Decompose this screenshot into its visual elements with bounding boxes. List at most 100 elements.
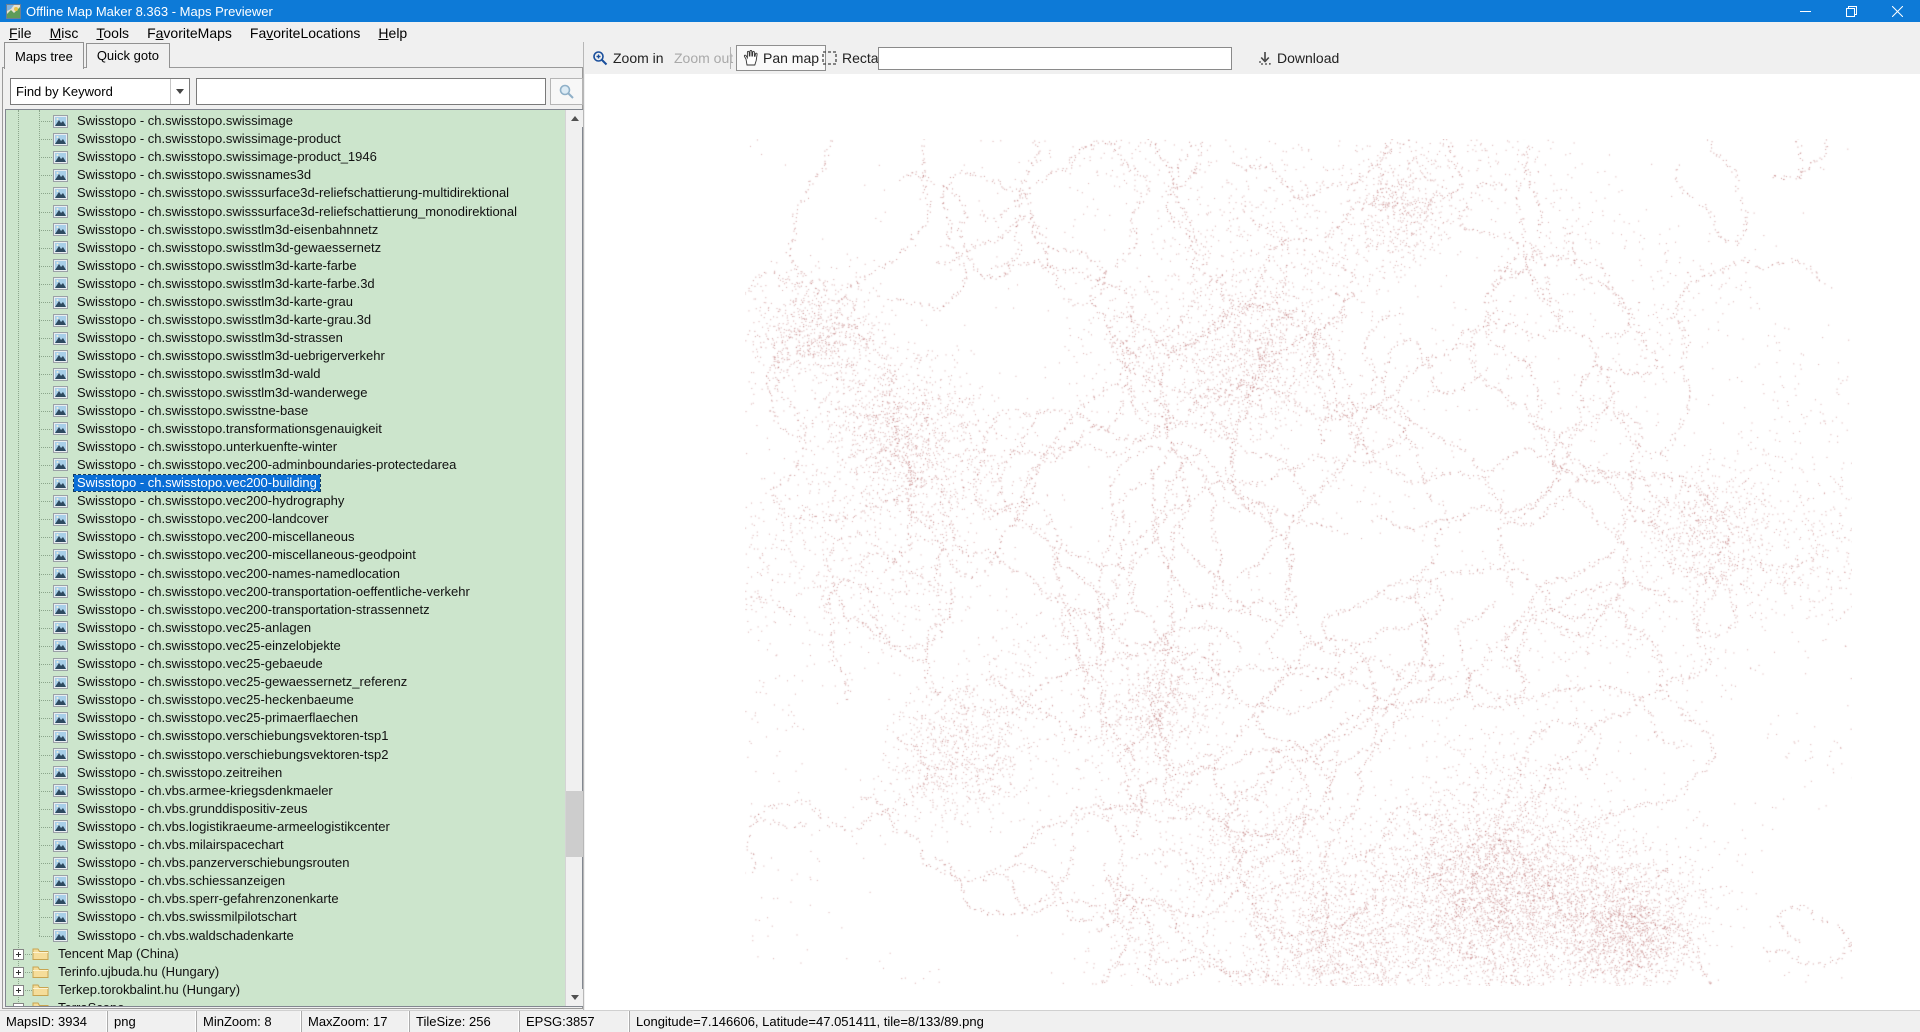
- search-button[interactable]: [550, 78, 583, 105]
- tree-item-label[interactable]: Swisstopo - ch.vbs.waldschadenkarte: [74, 928, 297, 944]
- tree-item[interactable]: Swisstopo - ch.swisstopo.swissimage-prod…: [6, 148, 565, 166]
- download-button[interactable]: Download: [1252, 45, 1345, 71]
- tree-item-label[interactable]: Swisstopo - ch.swisstopo.vec200-transpor…: [74, 584, 473, 600]
- tree-item-label[interactable]: Swisstopo - ch.swisstopo.swisstlm3d-uebr…: [74, 348, 388, 364]
- menu-favoritemaps[interactable]: FavoriteMaps: [138, 23, 241, 43]
- tree-item[interactable]: Swisstopo - ch.swisstopo.swisstlm3d-wald: [6, 365, 565, 383]
- tree-item[interactable]: Swisstopo - ch.swisstopo.unterkuenfte-wi…: [6, 438, 565, 456]
- scroll-down-arrow[interactable]: [566, 989, 583, 1006]
- tree-item-label[interactable]: Swisstopo - ch.swisstopo.swissimage-prod…: [74, 149, 380, 165]
- tab-quick-goto[interactable]: Quick goto: [85, 43, 170, 68]
- tree-item-label[interactable]: Swisstopo - ch.vbs.grunddispositiv-zeus: [74, 801, 311, 817]
- map-preview-canvas[interactable]: [745, 139, 1852, 986]
- tree-item[interactable]: Swisstopo - ch.swisstopo.swisstne-base: [6, 402, 565, 420]
- tree-item[interactable]: Swisstopo - ch.swisstopo.swisstlm3d-kart…: [6, 257, 565, 275]
- tree-item[interactable]: Swisstopo - ch.swisstopo.swisstlm3d-kart…: [6, 275, 565, 293]
- tree-item[interactable]: Swisstopo - ch.swisstopo.vec25-primaerfl…: [6, 709, 565, 727]
- tree-item[interactable]: Swisstopo - ch.vbs.logistikraeume-armeel…: [6, 818, 565, 836]
- tree-item[interactable]: Swisstopo - ch.swisstopo.swisssurface3d-…: [6, 203, 565, 221]
- tree-item-label[interactable]: Swisstopo - ch.swisstopo.swisstlm3d-eise…: [74, 222, 381, 238]
- tree-folder-item[interactable]: Terinfo.ujbuda.hu (Hungary): [6, 963, 565, 981]
- tree-item-label[interactable]: Swisstopo - ch.swisstopo.vec200-names-na…: [74, 566, 403, 582]
- tree-item[interactable]: Swisstopo - ch.swisstopo.vec25-anlagen: [6, 619, 565, 637]
- tree-item[interactable]: Swisstopo - ch.swisstopo.swisstlm3d-gewa…: [6, 239, 565, 257]
- tree-item[interactable]: Swisstopo - ch.vbs.swissmilpilotschart: [6, 908, 565, 926]
- tree-item-label[interactable]: Terkep.torokbalint.hu (Hungary): [55, 982, 243, 998]
- tree-item[interactable]: Swisstopo - ch.vbs.milairspacechart: [6, 836, 565, 854]
- combobox-dropdown-button[interactable]: [170, 79, 189, 104]
- tree-item[interactable]: Swisstopo - ch.swisstopo.vec25-einzelobj…: [6, 637, 565, 655]
- tree-item-label[interactable]: Swisstopo - ch.swisstopo.vec25-gewaesser…: [74, 674, 410, 690]
- tree-item[interactable]: Swisstopo - ch.swisstopo.vec200-names-na…: [6, 565, 565, 583]
- scroll-up-arrow[interactable]: [566, 110, 583, 127]
- tree-item-label[interactable]: Swisstopo - ch.swisstopo.vec200-landcove…: [74, 511, 331, 527]
- tree-item-label[interactable]: Swisstopo - ch.swisstopo.swissnames3d: [74, 167, 314, 183]
- tree-item-label[interactable]: Swisstopo - ch.swisstopo.vec200-hydrogra…: [74, 493, 347, 509]
- tree-item-label[interactable]: Swisstopo - ch.swisstopo.vec200-miscella…: [74, 547, 419, 563]
- tree-item[interactable]: Swisstopo - ch.vbs.schiessanzeigen: [6, 872, 565, 890]
- tree-item[interactable]: Swisstopo - ch.swisstopo.swisstlm3d-uebr…: [6, 347, 565, 365]
- map-preview[interactable]: [585, 74, 1920, 1010]
- tree-item-label[interactable]: Swisstopo - ch.swisstopo.swisstlm3d-wald: [74, 366, 323, 382]
- tree-item[interactable]: Swisstopo - ch.vbs.panzerverschiebungsro…: [6, 854, 565, 872]
- tree-folder-item[interactable]: Terkep.torokbalint.hu (Hungary): [6, 981, 565, 999]
- menu-help[interactable]: Help: [369, 23, 416, 43]
- tree-item-label[interactable]: Swisstopo - ch.vbs.logistikraeume-armeel…: [74, 819, 393, 835]
- tree-item-label[interactable]: Swisstopo - ch.swisstopo.swisstlm3d-wand…: [74, 385, 370, 401]
- tree-item-label[interactable]: Swisstopo - ch.swisstopo.swisssurface3d-…: [74, 204, 520, 220]
- expand-icon[interactable]: [13, 948, 24, 960]
- tree-item[interactable]: Swisstopo - ch.swisstopo.vec25-gewaesser…: [6, 673, 565, 691]
- tree-item[interactable]: Swisstopo - ch.swisstopo.verschiebungsve…: [6, 727, 565, 745]
- scrollbar-thumb[interactable]: [566, 791, 583, 857]
- menu-misc[interactable]: Misc: [41, 23, 88, 43]
- minimize-button[interactable]: [1782, 0, 1828, 22]
- tree-item[interactable]: Swisstopo - ch.swisstopo.vec200-landcove…: [6, 510, 565, 528]
- tree-item-label[interactable]: Swisstopo - ch.swisstopo.zeitreihen: [74, 765, 285, 781]
- tree-item[interactable]: Swisstopo - ch.swisstopo.vec25-gebaeude: [6, 655, 565, 673]
- tree-item[interactable]: Swisstopo - ch.swisstopo.vec200-transpor…: [6, 583, 565, 601]
- tree-item-label[interactable]: Swisstopo - ch.swisstopo.vec25-anlagen: [74, 620, 314, 636]
- tree-folder-item[interactable]: TerraScope: [6, 999, 565, 1006]
- tree-item-label[interactable]: Swisstopo - ch.swisstopo.vec25-primaerfl…: [74, 710, 361, 726]
- pan-map-button[interactable]: Pan map: [736, 45, 827, 71]
- tree-item-label[interactable]: Swisstopo - ch.swisstopo.vec200-adminbou…: [74, 457, 459, 473]
- tree-item[interactable]: Swisstopo - ch.swisstopo.swisstlm3d-eise…: [6, 221, 565, 239]
- tree-item-label[interactable]: Swisstopo - ch.swisstopo.swisstne-base: [74, 403, 311, 419]
- zoom-out-button[interactable]: Zoom out: [668, 45, 739, 71]
- tree-item[interactable]: Swisstopo - ch.swisstopo.swisstlm3d-stra…: [6, 329, 565, 347]
- tree-item[interactable]: Swisstopo - ch.swisstopo.vec200-adminbou…: [6, 456, 565, 474]
- tree-item[interactable]: Swisstopo - ch.vbs.waldschadenkarte: [6, 927, 565, 945]
- vertical-scrollbar[interactable]: [565, 110, 583, 1006]
- tree-item-label[interactable]: Swisstopo - ch.swisstopo.swisstlm3d-kart…: [74, 276, 378, 292]
- tree-item-label[interactable]: Swisstopo - ch.swisstopo.vec200-transpor…: [74, 602, 433, 618]
- search-input[interactable]: [196, 78, 546, 105]
- close-button[interactable]: [1874, 0, 1920, 22]
- toolbar-input[interactable]: [878, 47, 1232, 70]
- tree-item-label[interactable]: Swisstopo - ch.swisstopo.vec200-miscella…: [74, 529, 357, 545]
- tree-item-label[interactable]: Swisstopo - ch.swisstopo.verschiebungsve…: [74, 728, 391, 744]
- tree-item[interactable]: Swisstopo - ch.swisstopo.vec200-miscella…: [6, 528, 565, 546]
- tree-item[interactable]: Swisstopo - ch.swisstopo.swisssurface3d-…: [6, 184, 565, 202]
- tree-item-label[interactable]: Swisstopo - ch.swisstopo.swisstlm3d-kart…: [74, 312, 374, 328]
- expand-icon[interactable]: [13, 966, 24, 978]
- tree-item[interactable]: Swisstopo - ch.swisstopo.vec200-hydrogra…: [6, 492, 565, 510]
- tree-item-label[interactable]: Swisstopo - ch.swisstopo.unterkuenfte-wi…: [74, 439, 340, 455]
- tree-item-label[interactable]: Swisstopo - ch.swisstopo.vec25-gebaeude: [74, 656, 326, 672]
- tree-item-label-selected[interactable]: Swisstopo - ch.swisstopo.vec200-building: [73, 474, 321, 492]
- expand-icon[interactable]: [13, 1002, 24, 1006]
- tree-item[interactable]: Swisstopo - ch.swisstopo.vec200-building: [6, 474, 565, 492]
- tree-item-label[interactable]: Swisstopo - ch.swisstopo.swisstlm3d-stra…: [74, 330, 346, 346]
- tree-item-label[interactable]: Swisstopo - ch.swisstopo.vec25-einzelobj…: [74, 638, 344, 654]
- zoom-in-button[interactable]: Zoom in: [586, 45, 670, 71]
- tree-item-label[interactable]: Swisstopo - ch.swisstopo.swisstlm3d-kart…: [74, 294, 356, 310]
- maximize-button[interactable]: [1828, 0, 1874, 22]
- tree-item[interactable]: Swisstopo - ch.swisstopo.swisstlm3d-kart…: [6, 311, 565, 329]
- tree-item-label[interactable]: Swisstopo - ch.vbs.swissmilpilotschart: [74, 909, 300, 925]
- tree-item[interactable]: Swisstopo - ch.swisstopo.swissimage: [6, 112, 565, 130]
- tree-item[interactable]: Swisstopo - ch.vbs.sperr-gefahrenzonenka…: [6, 890, 565, 908]
- tree-item-label[interactable]: Swisstopo - ch.swisstopo.swisstlm3d-gewa…: [74, 240, 384, 256]
- tree-item[interactable]: Swisstopo - ch.swisstopo.vec200-miscella…: [6, 546, 565, 564]
- tree-item-label[interactable]: Swisstopo - ch.vbs.milairspacechart: [74, 837, 287, 853]
- tree-item[interactable]: Swisstopo - ch.swisstopo.swisstlm3d-kart…: [6, 293, 565, 311]
- tree-item[interactable]: Swisstopo - ch.swisstopo.swissimage-prod…: [6, 130, 565, 148]
